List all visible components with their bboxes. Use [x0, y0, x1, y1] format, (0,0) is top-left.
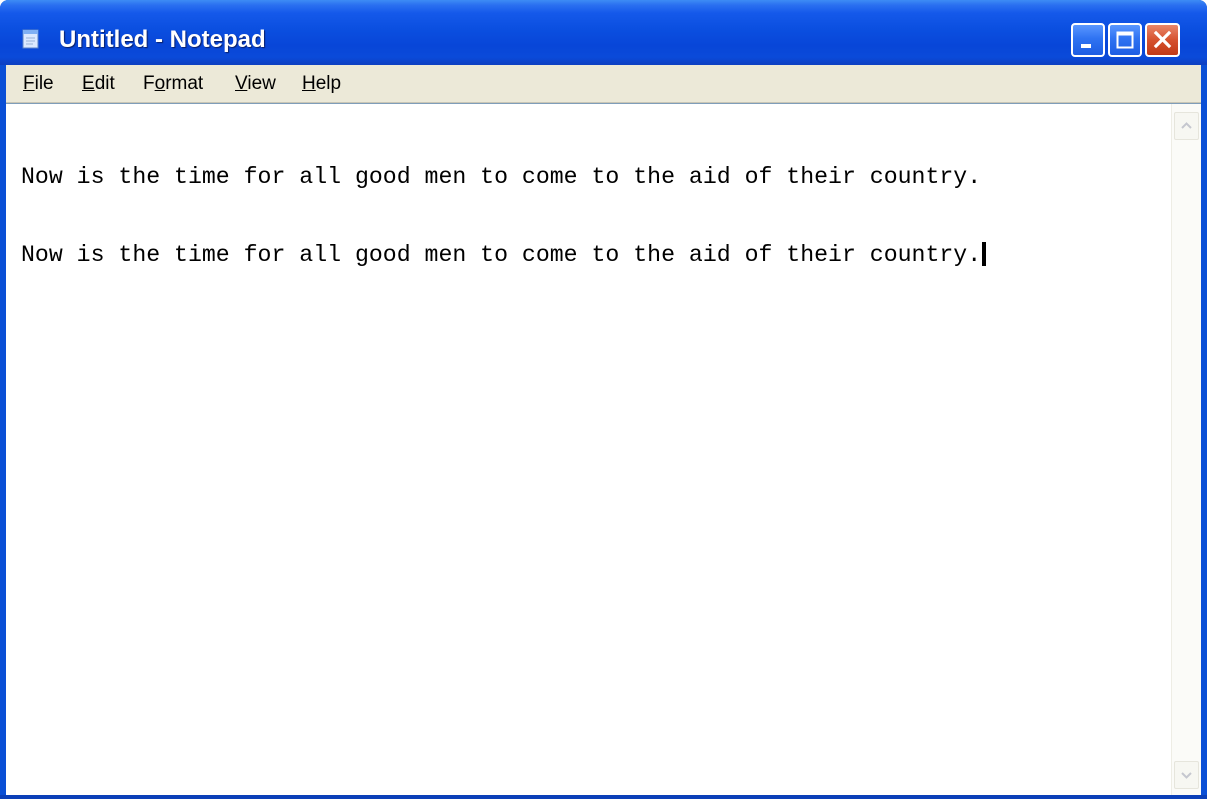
scroll-down-button[interactable] [1174, 761, 1199, 789]
menu-format[interactable]: Format [143, 73, 203, 95]
title-bar[interactable]: Untitled - Notepad [0, 0, 1207, 65]
window-title: Untitled - Notepad [59, 26, 266, 53]
text-editor[interactable]: Now is the time for all good men to come… [6, 103, 1201, 795]
maximize-button[interactable] [1108, 23, 1142, 57]
close-icon [1153, 30, 1172, 49]
text-line-content: Now is the time for all good men to come… [21, 164, 982, 190]
scroll-up-arrow-icon [1181, 122, 1192, 129]
scroll-up-button[interactable] [1174, 112, 1199, 140]
menu-view[interactable]: View [235, 73, 276, 95]
text-line: Now is the time for all good men to come… [21, 164, 1161, 190]
maximize-icon [1116, 31, 1134, 49]
editor-content[interactable]: Now is the time for all good men to come… [21, 112, 1161, 320]
text-line-content: Now is the time for all good men to come… [21, 242, 982, 268]
menu-bar: File Edit Format View Help [6, 65, 1201, 103]
vertical-scrollbar[interactable] [1171, 104, 1201, 795]
menu-file[interactable]: File [23, 73, 54, 95]
notepad-icon[interactable] [21, 28, 41, 50]
text-caret [982, 242, 987, 266]
minimize-button[interactable] [1071, 23, 1105, 57]
close-button[interactable] [1145, 23, 1180, 57]
text-line: Now is the time for all good men to come… [21, 242, 1161, 268]
menu-help[interactable]: Help [302, 73, 341, 95]
window-frame-bottom [0, 795, 1207, 799]
scroll-down-arrow-icon [1181, 772, 1192, 779]
minimize-icon [1081, 44, 1091, 48]
notepad-window: Untitled - Notepad File Edit Format View… [0, 0, 1207, 799]
menu-edit[interactable]: Edit [82, 73, 115, 95]
